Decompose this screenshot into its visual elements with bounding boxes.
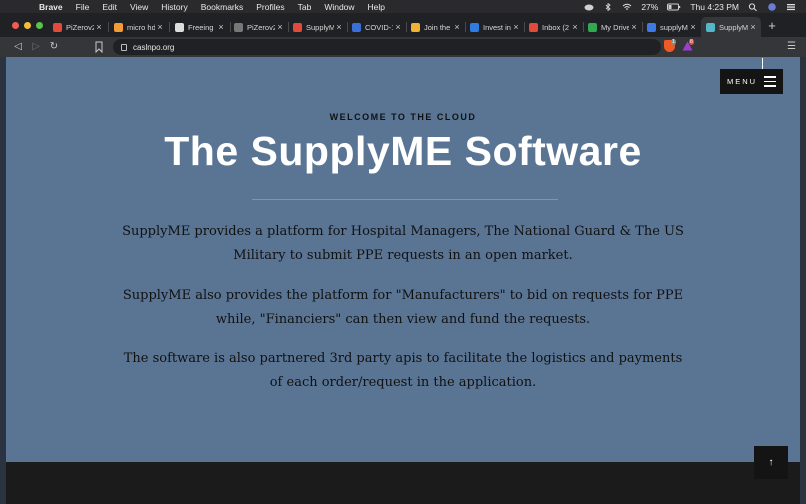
tab-close-icon[interactable]: ×: [155, 22, 165, 32]
page-hero-section: [6, 57, 800, 504]
tab-favicon-icon: [411, 22, 420, 32]
tab-favicon-icon: [647, 22, 656, 32]
battery-icon[interactable]: [667, 3, 681, 11]
tab-close-icon[interactable]: ×: [511, 22, 521, 32]
maximize-window-button[interactable]: [36, 22, 43, 29]
menu-history[interactable]: History: [161, 2, 187, 12]
tab-title: SupplyM: [306, 22, 334, 32]
browser-tab[interactable]: COVID-1 ×: [347, 17, 406, 37]
tab-favicon-icon: [234, 22, 243, 32]
minimize-window-button[interactable]: [24, 22, 31, 29]
spotlight-search-icon[interactable]: [748, 2, 758, 11]
browser-tab[interactable]: SupplyM ×: [288, 17, 347, 37]
tab-close-icon[interactable]: ×: [216, 22, 226, 32]
arrow-up-icon: ↑: [768, 457, 774, 468]
browser-toolbar: ◁ ▷ ↻ caslnpo.org 1 8 ☰: [0, 37, 806, 57]
browser-tab[interactable]: Freeing L ×: [170, 17, 229, 37]
lock-icon[interactable]: [121, 43, 127, 51]
tab-title: Freeing L: [188, 22, 216, 32]
browser-tab[interactable]: micro hd ×: [109, 17, 168, 37]
page-footer-band: [6, 462, 800, 504]
browser-tab[interactable]: Join the ×: [406, 17, 465, 37]
menu-tab[interactable]: Tab: [298, 2, 312, 12]
address-bar[interactable]: caslnpo.org: [113, 39, 661, 55]
scroll-to-top-button[interactable]: ↑: [754, 446, 788, 479]
tab-title: Invest in: [483, 22, 511, 32]
tab-close-icon[interactable]: ×: [94, 22, 104, 32]
bookmark-icon[interactable]: [94, 41, 104, 53]
menu-edit[interactable]: Edit: [102, 2, 117, 12]
close-window-button[interactable]: [12, 22, 19, 29]
wifi-icon[interactable]: [622, 3, 632, 11]
macos-menu-bar: Brave File Edit View History Bookmarks P…: [0, 0, 806, 13]
menu-view[interactable]: View: [130, 2, 148, 12]
tab-title: SupplyM: [719, 22, 748, 32]
tab-close-icon[interactable]: ×: [748, 22, 758, 32]
user-avatar-icon[interactable]: [767, 2, 777, 11]
page-title: The SupplyME Software: [164, 128, 642, 174]
tab-favicon-icon: [529, 22, 538, 32]
menubar-clock[interactable]: Thu 4:23 PM: [690, 2, 739, 12]
browser-tab[interactable]: PiZerov2 ×: [229, 17, 288, 37]
browser-tab[interactable]: supplyM ×: [642, 17, 701, 37]
reload-icon[interactable]: ↻: [47, 40, 61, 54]
tab-title: COVID-1: [365, 22, 393, 32]
manufacturers-paragraph: SupplyME also provides the platform for …: [122, 288, 684, 327]
battery-percent: 27%: [641, 1, 659, 12]
back-icon[interactable]: ◁: [11, 40, 25, 54]
browser-tab-active[interactable]: SupplyM ×: [701, 17, 761, 37]
browser-tab[interactable]: Invest in ×: [465, 17, 524, 37]
control-center-icon[interactable]: [786, 3, 796, 11]
browser-menu-icon[interactable]: ☰: [787, 41, 796, 52]
tab-close-icon[interactable]: ×: [570, 22, 580, 32]
tab-favicon-icon: [175, 22, 184, 32]
tab-favicon-icon: [53, 22, 62, 32]
tab-title: supplyM: [660, 22, 688, 32]
title-divider: [252, 199, 558, 200]
tab-title: PiZerov2: [247, 22, 275, 32]
window-right-edge: [800, 57, 806, 504]
tab-title: Join the: [424, 22, 451, 32]
hamburger-icon: [764, 76, 776, 87]
site-menu-button[interactable]: MENU: [720, 69, 783, 94]
menu-bookmarks[interactable]: Bookmarks: [201, 2, 244, 12]
tab-close-icon[interactable]: ×: [275, 22, 285, 32]
shields-count-badge: 1: [671, 39, 676, 45]
menu-help[interactable]: Help: [368, 2, 385, 12]
menu-profiles[interactable]: Profiles: [256, 2, 284, 12]
rewards-count-badge: 8: [689, 39, 694, 45]
tab-favicon-icon: [293, 22, 302, 32]
tab-close-icon[interactable]: ×: [334, 22, 344, 32]
browser-tab-strip: PiZerov2 × micro hd × Freeing L × PiZero…: [0, 13, 806, 37]
tab-title: PiZerov2: [66, 22, 94, 32]
tab-favicon-icon: [352, 22, 361, 32]
forward-icon[interactable]: ▷: [29, 40, 43, 54]
tab-title: micro hd: [127, 22, 155, 32]
tab-favicon-icon: [706, 22, 715, 32]
intro-paragraph: SupplyME provides a platform for Hospita…: [122, 224, 684, 263]
browser-tab[interactable]: My Drive ×: [583, 17, 642, 37]
bluetooth-icon[interactable]: [603, 2, 613, 11]
tab-favicon-icon: [470, 22, 479, 32]
tab-close-icon[interactable]: ×: [688, 22, 698, 32]
tab-close-icon[interactable]: ×: [452, 22, 462, 32]
tab-title: Inbox (2: [542, 22, 570, 32]
tab-close-icon[interactable]: ×: [393, 22, 403, 32]
url-text[interactable]: caslnpo.org: [133, 43, 174, 52]
tab-close-icon[interactable]: ×: [629, 22, 639, 32]
menu-window[interactable]: Window: [324, 2, 354, 12]
menu-file[interactable]: File: [76, 2, 90, 12]
text-cursor: [762, 58, 763, 69]
tab-favicon-icon: [588, 22, 597, 32]
browser-tab[interactable]: Inbox (2 ×: [524, 17, 583, 37]
menu-app-name[interactable]: Brave: [39, 2, 63, 12]
tab-favicon-icon: [114, 22, 123, 32]
creative-cloud-icon[interactable]: [584, 3, 594, 11]
site-menu-label: MENU: [727, 77, 758, 86]
hero-eyebrow: WELCOME TO THE CLOUD: [329, 112, 477, 122]
browser-tab[interactable]: PiZerov2 ×: [48, 17, 107, 37]
tab-title: My Drive: [601, 22, 629, 32]
new-tab-button[interactable]: +: [765, 19, 779, 33]
partners-paragraph: The software is also partnered 3rd party…: [123, 351, 683, 390]
